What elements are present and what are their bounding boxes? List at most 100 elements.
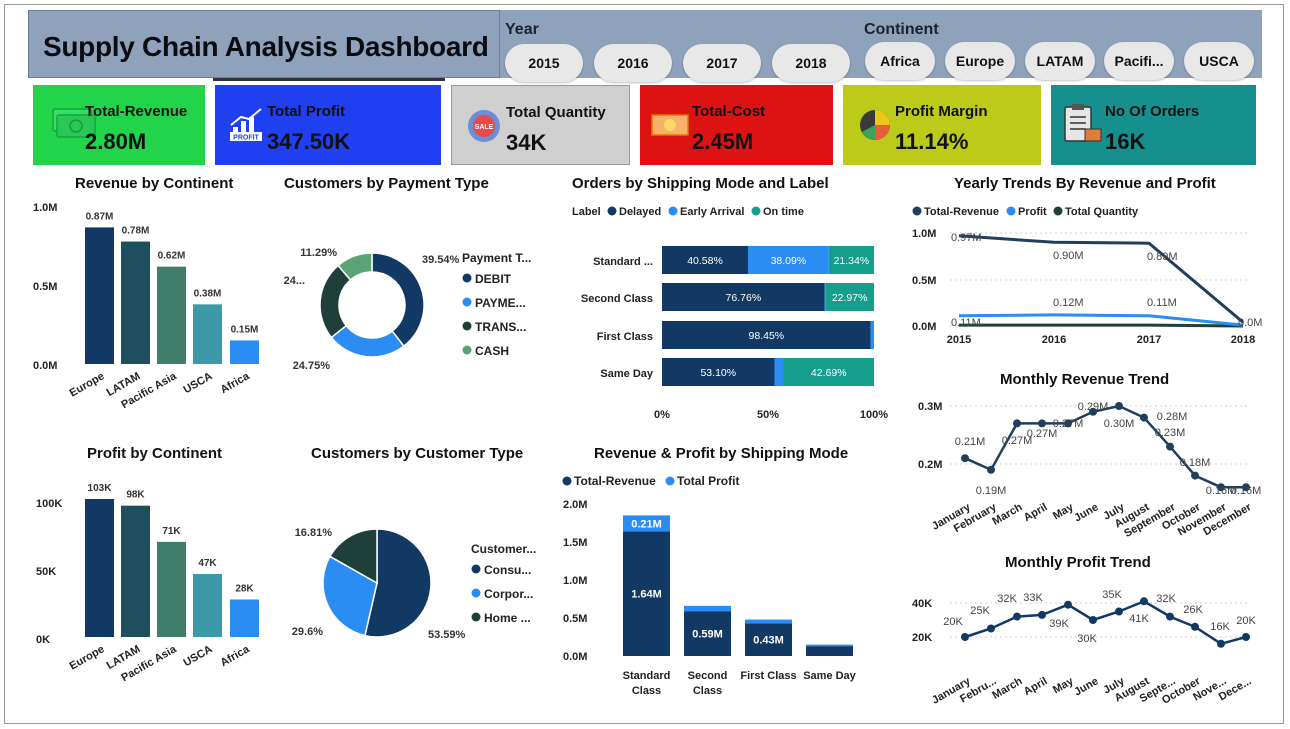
- orders-by-shipping-y-tick: Same Day: [600, 368, 653, 380]
- monthly-profit-point: [1115, 607, 1123, 616]
- customers-by-type-legend-marker: [471, 564, 481, 574]
- yearly-trends-y-tick: 1.0M: [912, 228, 936, 240]
- monthly-revenue-x-tick: May: [1051, 501, 1076, 523]
- yearly-trends-legend-marker: [1006, 206, 1016, 216]
- yearly-trends-legend-label: Profit: [1018, 206, 1047, 218]
- monthly-profit-point: [1089, 616, 1097, 624]
- profit-by-continent-bar: [121, 505, 150, 637]
- customers-by-payment-legend-label: DEBIT: [475, 272, 512, 286]
- monthly-revenue-point: [1191, 471, 1199, 480]
- monthly-revenue-point: [1115, 402, 1123, 410]
- revenue-by-continent-data-label: 0.62M: [158, 251, 186, 262]
- profit-by-continent-bar: [193, 574, 222, 637]
- revenue-profit-by-shipping-bar-segment: [806, 646, 853, 656]
- monthly-profit-point: [1013, 612, 1021, 621]
- orders-by-shipping-legend-marker: [607, 206, 617, 216]
- monthly-profit-data-label: 16K: [1210, 621, 1230, 633]
- customers-by-type-slice-label: 53.59%: [428, 629, 466, 641]
- customers-by-payment-legend-title: Payment T...: [462, 251, 531, 265]
- orders-by-shipping-y-tick: Second Class: [581, 293, 653, 305]
- revenue-profit-by-shipping-legend-label: Total Profit: [677, 474, 739, 488]
- yearly-trends-data-label: 0.11M: [1147, 297, 1177, 309]
- yearly-trends-data-label: 0.97M: [951, 232, 982, 244]
- customers-by-payment-legend-marker: [462, 345, 472, 355]
- monthly-profit-x-tick: March: [990, 675, 1024, 702]
- monthly-profit-data-label: 39K: [1049, 618, 1069, 630]
- customers-by-type-legend-title: Customer...: [471, 542, 536, 556]
- yearly-trends-x-tick: 2018: [1231, 334, 1255, 346]
- customers-by-payment-legend-marker: [462, 321, 472, 331]
- yearly-trends-data-label: 0.90M: [1053, 250, 1084, 262]
- yearly-trends-legend-label: Total Quantity: [1065, 206, 1139, 218]
- orders-by-shipping-legend-label: On time: [763, 206, 804, 218]
- orders-by-shipping-data-label: 38.09%: [771, 255, 807, 267]
- yearly-trends-data-label: 0.11M: [951, 317, 981, 329]
- yearly-trends-x-tick: 2015: [947, 334, 971, 346]
- monthly-revenue-point: [1140, 413, 1148, 422]
- orders-by-shipping-legend-marker: [751, 206, 761, 216]
- orders-by-shipping-y-tick: Standard ...: [593, 256, 653, 268]
- monthly-profit-x-tick: April: [1022, 675, 1050, 698]
- monthly-revenue-data-label: 0.16M: [1231, 485, 1262, 497]
- monthly-profit-point: [1217, 639, 1225, 648]
- profit-by-continent-y-tick: 100K: [36, 498, 62, 510]
- yearly-trends-series-line: [959, 323, 1244, 328]
- orders-by-shipping-data-label: 40.58%: [687, 255, 723, 267]
- orders-by-shipping-data-label: 76.76%: [726, 292, 762, 304]
- orders-by-shipping-y-tick: First Class: [597, 331, 653, 343]
- monthly-profit-x-tick: June: [1072, 675, 1100, 698]
- orders-by-shipping-legend-label: Early Arrival: [680, 206, 744, 218]
- orders-by-shipping-data-label: 22.97%: [832, 292, 868, 304]
- monthly-revenue-y-tick: 0.2M: [918, 459, 942, 471]
- monthly-revenue-data-label: 0.18M: [1180, 457, 1211, 469]
- orders-by-shipping-legend-label: Delayed: [619, 206, 661, 218]
- monthly-profit-point: [1242, 633, 1250, 641]
- revenue-profit-by-shipping-data-label: 0.21M: [631, 518, 662, 530]
- monthly-profit-point: [1166, 612, 1174, 621]
- profit-by-continent-x-tick: Europe: [68, 643, 107, 672]
- revenue-profit-by-shipping-y-tick: 0.0M: [563, 651, 587, 663]
- monthly-profit-y-tick: 20K: [912, 632, 932, 644]
- revenue-by-continent-x-tick: Africa: [218, 370, 252, 396]
- orders-by-shipping-bar-segment: [870, 321, 874, 349]
- monthly-profit-data-label: 32K: [997, 593, 1017, 605]
- monthly-revenue-x-tick: June: [1072, 501, 1100, 524]
- revenue-by-continent-data-label: 0.15M: [231, 324, 259, 335]
- monthly-profit-data-label: 20K: [1236, 615, 1256, 627]
- revenue-profit-by-shipping-y-tick: 1.0M: [563, 575, 587, 587]
- revenue-profit-by-shipping-data-label: 0.43M: [753, 635, 784, 647]
- revenue-by-continent-y-tick: 0.5M: [33, 281, 57, 293]
- orders-by-shipping-x-tick: 100%: [860, 409, 888, 421]
- revenue-profit-by-shipping-y-tick: 0.5M: [563, 613, 587, 625]
- customers-by-payment-legend-marker: [462, 273, 472, 283]
- monthly-profit-point: [961, 633, 969, 641]
- monthly-profit-data-label: 41K: [1129, 613, 1149, 625]
- revenue-profit-by-shipping-x-tick: First Class: [740, 670, 796, 682]
- monthly-profit-data-label: 20K: [943, 616, 963, 628]
- revenue-by-continent-chart: 0.0M0.5M1.0M0.87MEurope0.78MLATAM0.62MPa…: [33, 202, 1262, 707]
- profit-by-continent-bar: [157, 541, 186, 637]
- yearly-trends-legend-marker: [1053, 206, 1063, 216]
- customers-by-type-legend-label: Consu...: [484, 563, 531, 577]
- monthly-revenue-x-tick: March: [990, 501, 1024, 528]
- revenue-by-continent-data-label: 0.38M: [194, 288, 222, 299]
- customers-by-payment-slice-label: 24...: [284, 275, 305, 287]
- customers-by-type-legend-marker: [471, 612, 481, 622]
- revenue-profit-by-shipping-x-tick: Standard: [623, 670, 671, 682]
- monthly-profit-point: [1191, 622, 1199, 631]
- revenue-profit-by-shipping-x-tick: Class: [693, 685, 722, 697]
- yearly-trends-x-tick: 2017: [1137, 334, 1161, 346]
- monthly-revenue-point: [1166, 442, 1174, 451]
- monthly-profit-data-label: 32K: [1156, 593, 1176, 605]
- monthly-revenue-data-label: 0.23M: [1155, 427, 1186, 439]
- monthly-profit-data-label: 25K: [970, 605, 990, 617]
- yearly-trends-data-label: 0.89M: [1147, 251, 1178, 263]
- customers-by-type-legend-label: Home ...: [484, 611, 531, 625]
- monthly-profit-point: [1064, 600, 1072, 609]
- yearly-trends-data-label: 0.12M: [1053, 297, 1084, 309]
- customers-by-type-legend-label: Corpor...: [484, 587, 533, 601]
- monthly-profit-data-label: 26K: [1183, 604, 1203, 616]
- customers-by-payment-legend-label: CASH: [475, 344, 509, 358]
- revenue-by-continent-y-tick: 1.0M: [33, 202, 57, 214]
- customers-by-payment-slice-label: 24.75%: [293, 360, 331, 372]
